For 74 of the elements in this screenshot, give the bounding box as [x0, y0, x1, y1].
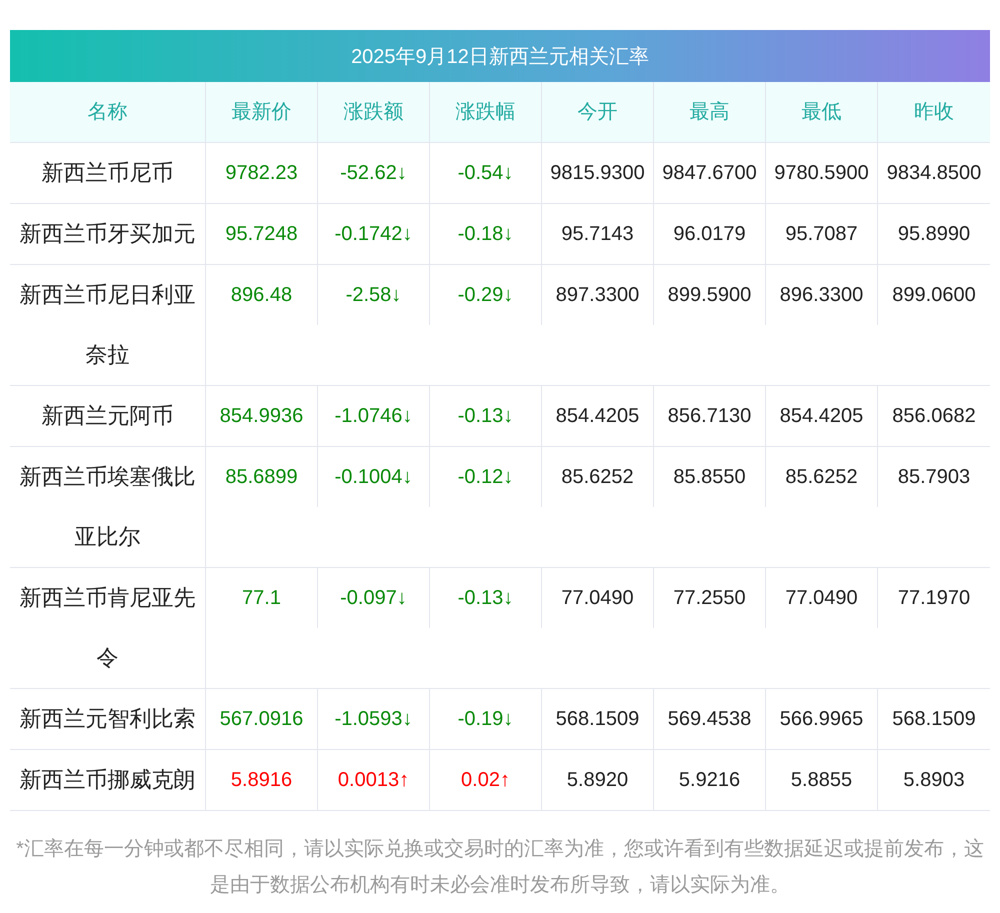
- table-cell: 896.48: [206, 265, 318, 325]
- table-cell: -0.19↓: [430, 689, 542, 749]
- table-cell: 568.1509: [542, 689, 654, 749]
- table-cell: 85.8550: [654, 447, 766, 507]
- table-cell: 新西兰元阿币: [10, 386, 206, 446]
- table-cell: 0.0013↑: [318, 750, 430, 810]
- table-title: 2025年9月12日新西兰元相关汇率: [10, 30, 990, 82]
- column-header: 名称: [10, 82, 206, 142]
- table-cell: -0.1004↓: [318, 447, 430, 507]
- table-cell: 新西兰币尼日利亚奈拉: [10, 265, 206, 385]
- table-cell: 5.8916: [206, 750, 318, 810]
- table-cell: 569.4538: [654, 689, 766, 749]
- table-cell: -1.0593↓: [318, 689, 430, 749]
- table-cell: -0.12↓: [430, 447, 542, 507]
- table-cell: -0.29↓: [430, 265, 542, 325]
- column-header: 今开: [542, 82, 654, 142]
- table-cell-text: 77.1970: [896, 586, 972, 611]
- table-cell: 77.1: [206, 568, 318, 628]
- table-cell: 新西兰元智利比索: [10, 689, 206, 749]
- column-header: 最高: [654, 82, 766, 142]
- table-cell: 95.7248: [206, 204, 318, 264]
- column-header: 最低: [766, 82, 878, 142]
- table-cell: -52.62↓: [318, 143, 430, 203]
- table-cell: 9780.5900: [766, 143, 878, 203]
- table-cell: 0.02↑: [430, 750, 542, 810]
- table-cell: 854.4205: [542, 386, 654, 446]
- column-header: 涨跌额: [318, 82, 430, 142]
- table-cell: -0.13↓: [430, 386, 542, 446]
- table-cell: 567.0916: [206, 689, 318, 749]
- table-cell: 5.9216: [654, 750, 766, 810]
- table-cell: -0.1742↓: [318, 204, 430, 264]
- table-cell: 5.8920: [542, 750, 654, 810]
- table-cell-text: 856.0682: [891, 404, 977, 429]
- table-cell: 95.7143: [542, 204, 654, 264]
- column-header: 最新价: [206, 82, 318, 142]
- table-cell-text: 95.8990: [896, 222, 972, 247]
- table-cell: 96.0179: [654, 204, 766, 264]
- table-cell: 95.7087: [766, 204, 878, 264]
- table-cell-text: 9834.8500: [886, 161, 982, 186]
- table-cell-text: 568.1509: [891, 707, 977, 732]
- table-cell: 新西兰币尼币: [10, 143, 206, 203]
- table-cell: 新西兰币埃塞俄比亚比尔: [10, 447, 206, 567]
- table-cell: 77.2550: [654, 568, 766, 628]
- table-cell: 85.6252: [766, 447, 878, 507]
- table-cell: 新西兰币肯尼亚先令: [10, 568, 206, 688]
- table-cell: -0.097↓: [318, 568, 430, 628]
- table-cell: 85.6899: [206, 447, 318, 507]
- table-cell: 566.9965: [766, 689, 878, 749]
- table-cell-text: 899.0600: [891, 283, 977, 308]
- table-cell: 9782.23: [206, 143, 318, 203]
- table-cell-text: 5.8903: [902, 768, 966, 793]
- table-cell: 856.7130: [654, 386, 766, 446]
- table-cell: 854.4205: [766, 386, 878, 446]
- table-cell: 77.0490: [766, 568, 878, 628]
- table-cell: -2.58↓: [318, 265, 430, 325]
- table-cell: 85.6252: [542, 447, 654, 507]
- disclaimer-text: *汇率在每一分钟或都不尽相同，请以实际兑换或交易时的汇率为准，您或许看到有些数据延迟或提前发布，这是由于数据公布机构有时未必会准时发布所导致，请以实际为准。: [15, 837, 985, 898]
- table-cell: 9847.6700: [654, 143, 766, 203]
- column-header: 涨跌幅: [430, 82, 542, 142]
- table-cell: 896.3300: [766, 265, 878, 325]
- table-cell: 854.9936: [206, 386, 318, 446]
- table-cell: -0.54↓: [430, 143, 542, 203]
- table-cell: -1.0746↓: [318, 386, 430, 446]
- table-cell: 899.5900: [654, 265, 766, 325]
- table-cell-text: 85.7903: [896, 465, 972, 490]
- table-cell: 5.8855: [766, 750, 878, 810]
- table-cell: -0.13↓: [430, 568, 542, 628]
- table-cell: -0.18↓: [430, 204, 542, 264]
- table-cell: 897.3300: [542, 265, 654, 325]
- column-header: 昨收: [913, 100, 955, 125]
- table-cell: 新西兰币牙买加元: [10, 204, 206, 264]
- table-cell: 77.0490: [542, 568, 654, 628]
- table-cell: 新西兰币挪威克朗: [10, 750, 206, 810]
- table-cell: 9815.9300: [542, 143, 654, 203]
